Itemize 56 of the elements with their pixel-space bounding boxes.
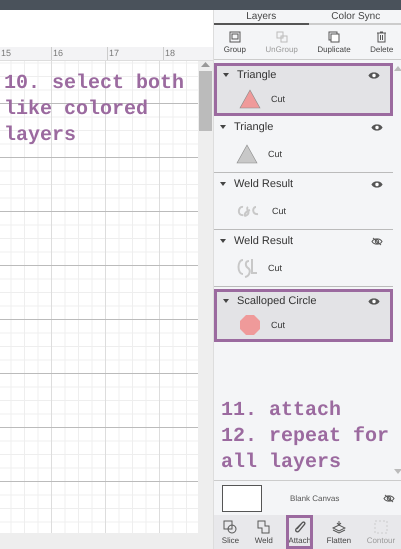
slice-icon	[223, 520, 238, 534]
flatten-button[interactable]: Flatten	[324, 515, 354, 549]
weld-icon	[256, 520, 271, 534]
layer-item[interactable]: Scalloped Circle Cut	[214, 289, 393, 342]
weld-button[interactable]: Weld	[252, 515, 275, 549]
layer-name: Triangle	[237, 69, 278, 81]
annotation-text: 11. attach	[221, 398, 342, 424]
layer-name: Scalloped Circle	[237, 295, 318, 307]
layer-operation: Cut	[271, 320, 286, 330]
script-shape-icon	[236, 257, 258, 279]
paperclip-icon	[292, 520, 307, 534]
layer-operation: Cut	[268, 263, 282, 273]
caret-icon[interactable]	[223, 73, 229, 77]
layer-item[interactable]: Triangle Cut	[214, 118, 393, 173]
panel-tab[interactable]: Layers	[214, 10, 308, 25]
caret-icon[interactable]	[220, 125, 226, 129]
layer-operation: Cut	[271, 94, 286, 104]
layer-item[interactable]: Weld Result Cut	[214, 232, 393, 287]
group-icon	[228, 30, 241, 42]
annotation-text: 10. select both like colored layers	[4, 71, 186, 149]
caret-icon[interactable]	[220, 182, 226, 186]
layer-name: Weld Result	[234, 178, 294, 190]
hidden-eye-icon[interactable]	[383, 494, 395, 502]
triangle-icon	[239, 88, 261, 108]
hidden-eye-icon[interactable]	[371, 236, 383, 246]
panel-tab[interactable]: Color Sync	[308, 10, 401, 25]
layer-operation: Cut	[272, 206, 286, 216]
ruler-label: 16	[51, 47, 107, 60]
delete-button[interactable]: Delete	[368, 30, 396, 54]
eye-icon[interactable]	[368, 296, 380, 306]
eye-icon[interactable]	[371, 180, 383, 188]
trash-icon	[376, 30, 388, 42]
layer-name: Triangle	[234, 121, 274, 133]
eye-icon[interactable]	[368, 70, 380, 80]
triangle-icon	[236, 144, 258, 164]
horizontal-scrollbar[interactable]	[0, 533, 213, 549]
ungroup-icon	[276, 30, 288, 42]
layer-item[interactable]: Weld Result Cut	[214, 175, 393, 230]
scrollbar-thumb[interactable]	[199, 71, 212, 131]
caret-icon[interactable]	[223, 299, 229, 303]
layer-name: Weld Result	[234, 235, 294, 247]
eye-icon[interactable]	[371, 122, 383, 132]
layer-item[interactable]: Triangle Cut	[214, 63, 393, 116]
duplicate-icon	[328, 30, 340, 42]
layer-name: Blank Canvas	[290, 494, 340, 502]
slice-button[interactable]: Slice	[220, 515, 242, 549]
contour-icon	[374, 520, 388, 534]
canvas-swatch	[222, 484, 262, 512]
layer-operation: Cut	[268, 149, 282, 159]
duplicate-button[interactable]: Duplicate	[315, 30, 353, 54]
ruler-label: 15	[0, 47, 12, 60]
layers-icon	[332, 520, 346, 534]
group-button[interactable]: Group	[222, 30, 248, 54]
annotation-text: 12. repeat for all layers	[221, 424, 390, 476]
caret-icon[interactable]	[220, 239, 226, 243]
ruler-label: 17	[107, 47, 163, 60]
